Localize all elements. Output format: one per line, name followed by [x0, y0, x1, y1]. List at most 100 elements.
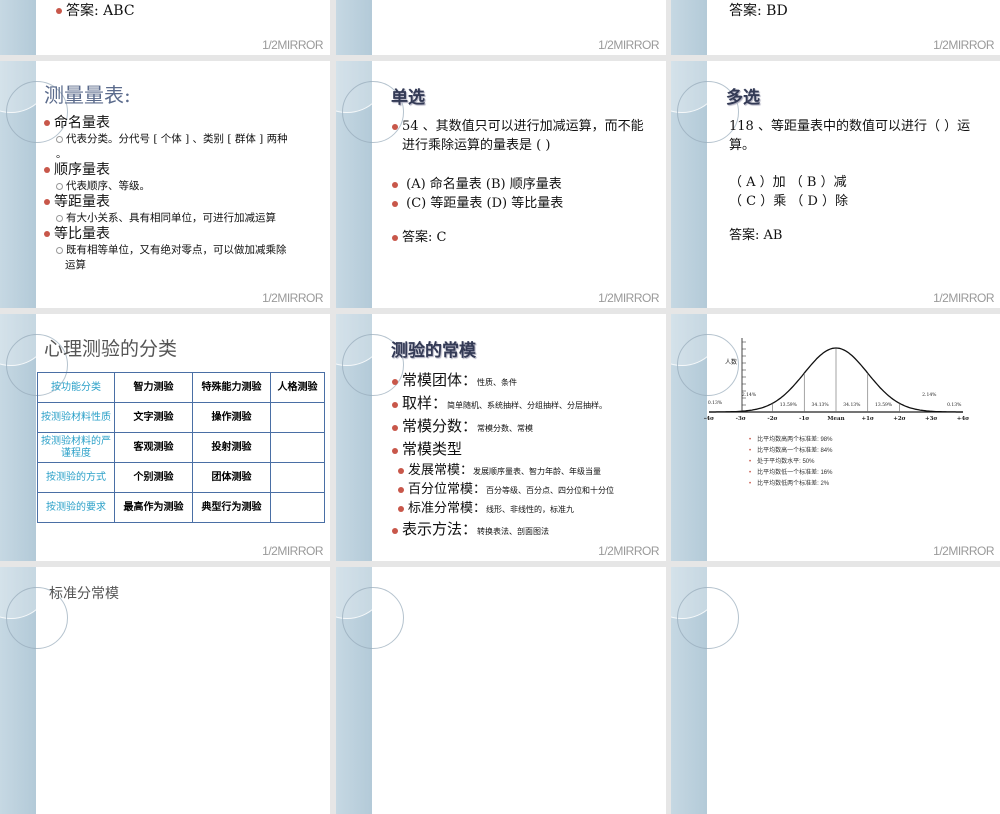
- table-cell: 特殊能力测验: [192, 372, 271, 403]
- bullet-icon: [392, 181, 398, 188]
- item-label: 常模分数：: [402, 417, 478, 435]
- slide-footer: 1/2MIRROR: [598, 544, 659, 558]
- slide-decoration: [671, 0, 707, 55]
- region-percent-label: 34.13%: [812, 402, 830, 408]
- slide-thumbnail[interactable]: [671, 567, 1000, 814]
- list-item: 表示方法：转换表法、剖面图法: [392, 519, 656, 542]
- region-percent-label: 0.13%: [708, 400, 723, 406]
- option-line: (C) 等距量表 (D) 等比量表: [406, 196, 564, 211]
- bullet-icon: [44, 231, 50, 237]
- row-header-cell: 按测验的方式: [37, 462, 115, 493]
- bullet-list: 常模团体：性质、条件 取样：简单随机、系统抽样、分组抽样、分层抽样。 常模分数：常模…: [392, 370, 656, 542]
- sub-bullet-icon: [56, 182, 63, 190]
- legend-text: 比平均数高一个标准差: 84%: [757, 448, 833, 454]
- slide-title: 单选: [391, 88, 425, 108]
- slide-footer: 1/2MIRROR: [598, 291, 659, 305]
- slide-thumbnail[interactable]: 答案: BD 1/2MIRROR: [671, 0, 1000, 55]
- item-label: 命名量表: [54, 115, 110, 131]
- slide-thumbnail[interactable]: 答案: ABC 1/2MIRROR: [0, 0, 330, 55]
- slide-decoration: [671, 567, 739, 814]
- x-tick-label: -3σ: [736, 416, 746, 422]
- x-tick-label: +3σ: [925, 416, 938, 422]
- chart-legend: • 比平均数高两个标准差: 98% • 比平均数高一个标准差: 84% • 处于平均数水平…: [749, 435, 832, 490]
- slide-test-norms[interactable]: 测验的常模 常模团体：性质、条件 取样：简单随机、系统抽样、分组抽样、分层抽样。常…: [336, 314, 666, 561]
- region-percent-label: 2.14%: [922, 392, 937, 398]
- item-label: 常模团体：: [402, 371, 478, 389]
- slide-decoration: [671, 61, 739, 308]
- table-cell: 最高作为测验: [114, 492, 193, 523]
- table-row: 按测验材料的严谨程度 客观测验 投射测验: [37, 432, 325, 463]
- bullet-icon: [392, 378, 398, 385]
- table-row: 按功能分类 智力测验 特殊能力测验 人格测验: [37, 372, 325, 403]
- bullet-icon: •: [749, 470, 752, 476]
- list-item: 常模类型: [392, 439, 656, 462]
- bullet-icon: •: [749, 481, 752, 487]
- bullet-icon: [44, 120, 50, 126]
- sub-bullet-icon: [56, 214, 63, 222]
- y-axis-label: 人数: [725, 358, 737, 366]
- question-text: 118 、等距量表中的数值可以进行（ ）运算。: [729, 119, 971, 153]
- slide-standard-norm[interactable]: 标准分常模: [0, 567, 330, 814]
- sub-bullet-icon: [56, 246, 63, 254]
- legend-text: 比平均数高两个标准差: 98%: [757, 437, 833, 443]
- table-row: 按测验的要求 最高作为测验 典型行为测验: [37, 492, 325, 523]
- sub-bullet-icon: [56, 135, 63, 143]
- slide-thumbnail[interactable]: 1/2MIRROR: [336, 0, 666, 55]
- answer-text: 答案: BD: [729, 3, 788, 19]
- normal-curve-chart: 人数 -4σ -3σ -2σ -1σ Mean +1σ +2σ +3σ +4σ 0.13% 2.14%…: [704, 338, 969, 422]
- slide-measurement-scales[interactable]: 测量量表: 命名量表 代表分类。分代号 [ 个体 ] 、类别 [ 群体 ] 两种…: [0, 61, 330, 308]
- slide-normal-curve[interactable]: 人数 -4σ -3σ -2σ -1σ Mean +1σ +2σ +3σ +4σ 0.13% 2.14%…: [671, 314, 1000, 561]
- table-cell: 智力测验: [114, 372, 193, 403]
- item-desc: 代表分类。分代号 [ 个体 ] 、类别 [ 群体 ] 两种: [66, 133, 288, 145]
- bullet-icon: [392, 527, 398, 534]
- item-desc: 百分等级、百分点、四分位和十分位: [486, 486, 615, 495]
- legend-item: • 比平均数高两个标准差: 98%: [749, 435, 832, 446]
- item-desc: 代表顺序、等级。: [66, 180, 150, 192]
- x-tick-label: +2σ: [893, 416, 906, 422]
- table-cell: [270, 432, 325, 463]
- table-cell: 人格测验: [270, 372, 325, 403]
- slide-decoration: [336, 61, 404, 308]
- x-tick-label: -1σ: [799, 416, 809, 422]
- table-cell: [270, 462, 325, 493]
- item-desc: 既有相等单位，又有绝对零点，可以做加减乘除: [66, 244, 287, 256]
- slide-footer: 1/2MIRROR: [262, 544, 323, 558]
- bullet-icon: [398, 486, 404, 493]
- bullet-icon: •: [749, 437, 752, 443]
- bullet-icon: [44, 167, 50, 173]
- table-cell: 文字测验: [114, 402, 193, 433]
- slide-multiple-choice[interactable]: 多选 118 、等距量表中的数值可以进行（ ）运算。 （ A ）加 （ B ）减…: [671, 61, 1000, 308]
- bullet-icon: [392, 424, 398, 431]
- slide-thumbnail[interactable]: [336, 567, 666, 814]
- item-desc: 有大小关系、具有相同单位，可进行加减运算: [66, 212, 276, 224]
- option-line: （ C ）乘 （ D ）除: [729, 194, 849, 209]
- slide-title: 测验的常模: [391, 341, 476, 361]
- item-desc: 运算: [65, 259, 86, 271]
- classification-table: 按功能分类 智力测验 特殊能力测验 人格测验 按测验材料性质 文字测验 操作测验 按测验材料的…: [37, 372, 325, 523]
- answer-text: 答案: C: [402, 230, 447, 245]
- bullet-icon: [392, 200, 398, 207]
- slide-title: 标准分常模: [49, 586, 119, 602]
- slide-decoration: [336, 0, 372, 55]
- bullet-icon: [392, 234, 398, 241]
- slide-decoration: [336, 314, 404, 561]
- item-desc: 性质、条件: [477, 378, 518, 387]
- bullet-icon: •: [749, 459, 752, 465]
- slide-title: 心理测验的分类: [44, 338, 178, 360]
- slide-footer: 1/2MIRROR: [933, 38, 994, 52]
- item-desc: 发展顺序量表、智力年龄、年级当量: [473, 467, 602, 476]
- item-desc: 线形、非线性的，标准九: [486, 505, 575, 514]
- table-cell: 投射测验: [192, 432, 271, 463]
- table-cell: [270, 402, 325, 433]
- question-text: 54 、其数值只可以进行加减运算，而不能进行乘除运算的量表是 ( ): [402, 119, 644, 153]
- region-percent-label: 0.13%: [947, 402, 962, 408]
- slide-test-classification[interactable]: 心理测验的分类 按功能分类 智力测验 特殊能力测验 人格测验 按测验材料性质 文字测验 操作…: [0, 314, 330, 561]
- answer-text: 答案: AB: [729, 228, 783, 243]
- slide-single-choice[interactable]: 单选 54 、其数值只可以进行加减运算，而不能进行乘除运算的量表是 ( ) (A…: [336, 61, 666, 308]
- item-label: 百分位常模：: [408, 482, 487, 497]
- legend-item: • 比平均数低一个标准差: 16%: [749, 468, 832, 479]
- slide-decoration: [0, 314, 68, 561]
- legend-text: 比平均数低一个标准差: 16%: [757, 470, 833, 476]
- bullet-icon: [56, 8, 62, 14]
- slide-footer: 1/2MIRROR: [598, 38, 659, 52]
